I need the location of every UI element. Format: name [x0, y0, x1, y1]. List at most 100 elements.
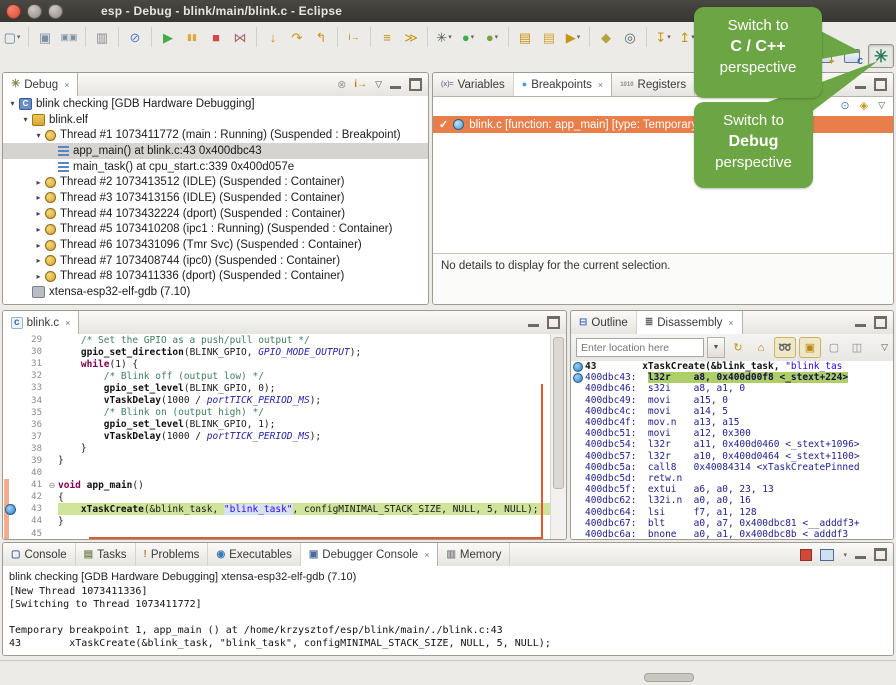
- debug-tree-row[interactable]: ▸Thread #2 1073413512 (IDLE) (Suspended …: [3, 174, 428, 190]
- close-icon[interactable]: ×: [424, 550, 429, 560]
- maximize-icon[interactable]: [547, 316, 560, 329]
- debug-tree-row[interactable]: ▸Thread #7 1073408744 (ipc0) (Suspended …: [3, 253, 428, 269]
- external-tools-button[interactable]: ●▾: [481, 25, 503, 49]
- debug-tree-row[interactable]: ▾Cblink checking [GDB Hardware Debugging…: [3, 96, 428, 112]
- tree-expander-icon[interactable]: ▸: [33, 272, 44, 281]
- save-button[interactable]: ▣: [34, 25, 56, 49]
- mark-occurrences-button[interactable]: ◆: [595, 25, 617, 49]
- tree-expander-icon[interactable]: ▸: [33, 178, 44, 187]
- maximize-icon[interactable]: [874, 548, 887, 561]
- window-close-button[interactable]: [6, 4, 21, 19]
- maximize-icon[interactable]: [874, 316, 887, 329]
- minimize-icon[interactable]: [855, 324, 866, 327]
- editor-scrollbar[interactable]: [550, 334, 566, 539]
- terminate-icon[interactable]: [800, 549, 812, 561]
- location-combo-arrow[interactable]: ▼: [707, 337, 725, 358]
- close-icon[interactable]: ×: [64, 80, 69, 90]
- debug-tree-row[interactable]: ▾blink.elf: [3, 112, 428, 128]
- show-source-icon[interactable]: ▣: [799, 337, 821, 358]
- debug-tree-row[interactable]: xtensa-esp32-elf-gdb (7.10): [3, 284, 428, 300]
- next-annotation-button[interactable]: ↧▾: [652, 25, 674, 49]
- instruction-stepping-mode-button[interactable]: i→: [354, 79, 367, 90]
- debug-tree-row[interactable]: app_main() at blink.c:43 0x400dbc43: [3, 143, 428, 159]
- step-return-button[interactable]: ↰: [310, 25, 332, 49]
- tab-tasks[interactable]: ▤Tasks: [76, 543, 136, 566]
- terminate-button[interactable]: ■: [205, 25, 227, 49]
- horizontal-scrollbar[interactable]: [644, 673, 694, 682]
- tree-expander-icon[interactable]: ▸: [33, 225, 44, 234]
- tree-expander-icon[interactable]: ▾: [7, 99, 18, 108]
- open-folder-button[interactable]: ▤: [538, 25, 560, 49]
- refresh-icon[interactable]: ↻: [728, 338, 748, 357]
- minimize-icon[interactable]: [855, 556, 866, 559]
- run-history-button[interactable]: ●▾: [457, 25, 479, 49]
- tab-breakpoints[interactable]: ●Breakpoints×: [514, 73, 612, 96]
- debug-tree-row[interactable]: main_task() at cpu_start.c:339 0x400d057…: [3, 159, 428, 175]
- pin-view-icon[interactable]: ◫: [847, 338, 867, 357]
- new-cpp-source-button[interactable]: ▤: [514, 25, 536, 49]
- minimize-icon[interactable]: [390, 86, 401, 89]
- save-all-button[interactable]: ▣▣: [58, 25, 80, 49]
- open-element-button[interactable]: ◎: [619, 25, 641, 49]
- tab-executables[interactable]: ◉Executables: [208, 543, 300, 566]
- tab-debug[interactable]: ✳ Debug ×: [3, 73, 78, 96]
- window-minimize-button[interactable]: [27, 4, 42, 19]
- print-button[interactable]: ▥: [91, 25, 113, 49]
- debug-tree-row[interactable]: ▸Thread #5 1073410208 (ipc1 : Running) (…: [3, 222, 428, 238]
- tab-disassembly[interactable]: ≣Disassembly×: [637, 311, 743, 334]
- debug-history-button[interactable]: ✳▾: [433, 25, 455, 49]
- track-pc-icon[interactable]: ➿: [774, 337, 796, 358]
- home-icon[interactable]: ⌂: [751, 338, 771, 357]
- breakpoint-checkbox[interactable]: ✓: [439, 118, 448, 131]
- editor-annotation-margin: [3, 419, 16, 431]
- breakpoint-row[interactable]: ✓ blink.c [function: app_main] [type: Te…: [433, 116, 893, 133]
- display-console-icon[interactable]: [820, 549, 834, 561]
- launch-flash-button[interactable]: ▶▾: [562, 25, 584, 49]
- minimize-icon[interactable]: [528, 324, 539, 327]
- tree-expander-icon[interactable]: ▸: [33, 256, 44, 265]
- tab-memory[interactable]: ▥Memory: [438, 543, 510, 566]
- close-icon[interactable]: ×: [65, 318, 70, 328]
- debug-tree-row[interactable]: ▸Thread #4 1073432224 (dport) (Suspended…: [3, 206, 428, 222]
- tree-expander-icon[interactable]: ▸: [33, 193, 44, 202]
- location-input[interactable]: [576, 338, 704, 357]
- resume-button[interactable]: ▶: [157, 25, 179, 49]
- dropdown-arrow-icon[interactable]: ▾: [843, 551, 847, 559]
- tab-variables[interactable]: (x)=Variables: [433, 73, 514, 96]
- window-maximize-button[interactable]: [48, 4, 63, 19]
- tab-console[interactable]: ▢Console: [3, 543, 76, 566]
- close-icon[interactable]: ×: [728, 318, 733, 328]
- open-new-view-icon[interactable]: ▢: [824, 338, 844, 357]
- tree-expander-icon[interactable]: ▾: [33, 131, 44, 140]
- instruction-stepping-button[interactable]: i→: [343, 25, 365, 49]
- console-output[interactable]: blink checking [GDB Hardware Debugging] …: [3, 566, 893, 655]
- close-icon[interactable]: ×: [598, 80, 603, 90]
- new-wizard-button[interactable]: ▢▾: [1, 25, 23, 49]
- remove-all-terminated-button[interactable]: ⊗: [337, 78, 346, 91]
- debug-tree-row[interactable]: ▾Thread #1 1073411772 (main : Running) (…: [3, 127, 428, 143]
- maximize-icon[interactable]: [409, 78, 422, 91]
- step-over-button[interactable]: ↷: [286, 25, 308, 49]
- debug-tree-row[interactable]: ▸Thread #3 1073413156 (IDLE) (Suspended …: [3, 190, 428, 206]
- tree-expander-icon[interactable]: ▾: [20, 115, 31, 124]
- view-menu-icon[interactable]: ▽: [375, 79, 382, 90]
- code-editor[interactable]: 29 /* Set the GPIO as a push/pull output…: [3, 334, 551, 539]
- tab-outline[interactable]: ⊟Outline: [571, 311, 637, 334]
- debug-tree-row[interactable]: ▸Thread #8 1073411336 (dport) (Suspended…: [3, 269, 428, 285]
- view-menu-icon[interactable]: ▽: [881, 342, 888, 353]
- tab-registers[interactable]: 1010Registers: [612, 73, 695, 96]
- trace-control-button[interactable]: ≫: [400, 25, 422, 49]
- show-debug-filters-button[interactable]: ≡: [376, 25, 398, 49]
- tree-expander-icon[interactable]: ▸: [33, 241, 44, 250]
- tab-blink-c[interactable]: c blink.c ×: [3, 311, 79, 334]
- tab-problems[interactable]: !Problems: [136, 543, 209, 566]
- tab-debugger-console[interactable]: ▣Debugger Console×: [301, 543, 439, 566]
- breakpoint-icon[interactable]: [5, 504, 16, 515]
- tree-expander-icon[interactable]: ▸: [33, 209, 44, 218]
- skip-all-breakpoints-button[interactable]: ⊘: [124, 25, 146, 49]
- disassembly-listing[interactable]: 43 xTaskCreate(&blink_task, "blink_tas40…: [571, 361, 893, 539]
- step-into-button[interactable]: ↓: [262, 25, 284, 49]
- suspend-button[interactable]: ▮▮: [181, 25, 203, 49]
- disconnect-button[interactable]: ⋈: [229, 25, 251, 49]
- debug-tree-row[interactable]: ▸Thread #6 1073431096 (Tmr Svc) (Suspend…: [3, 237, 428, 253]
